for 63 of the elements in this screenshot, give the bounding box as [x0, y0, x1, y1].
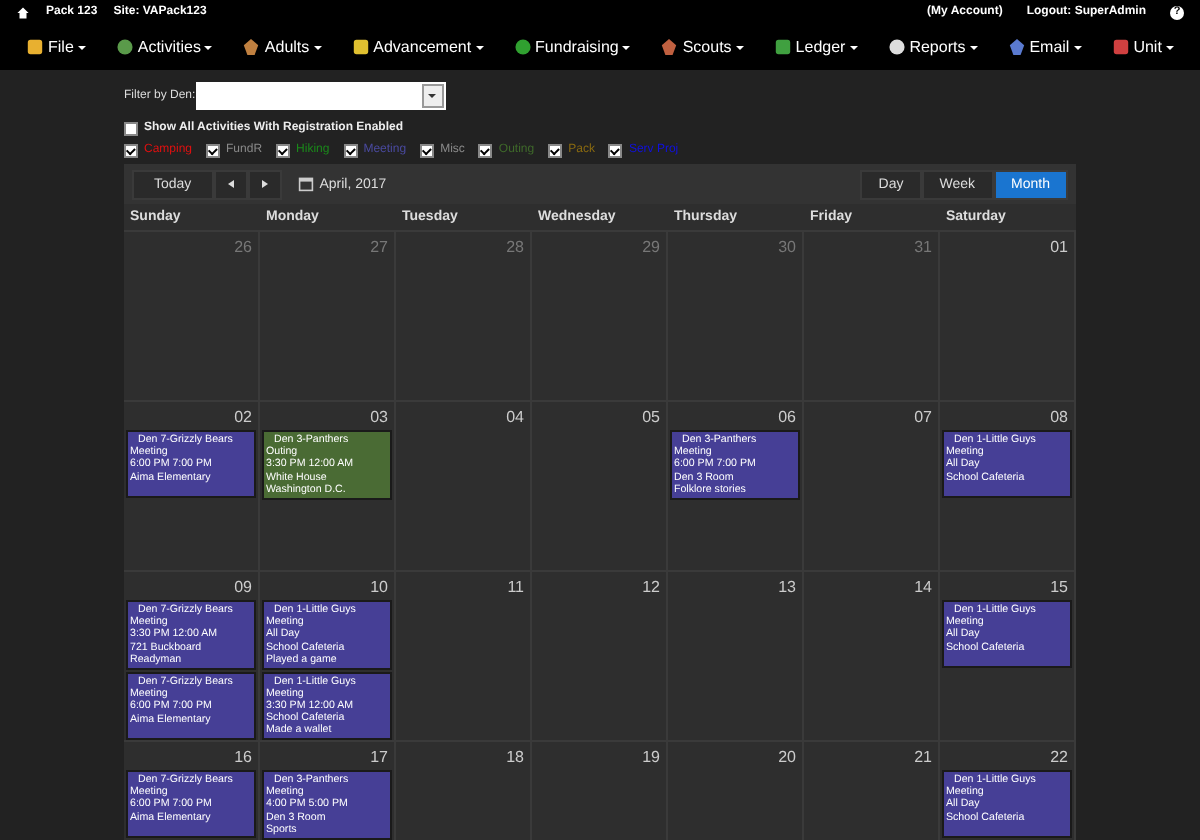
- menu-item[interactable]: Email: [1001, 34, 1088, 60]
- caret-icon: [969, 45, 978, 49]
- day-number: 30: [778, 236, 798, 258]
- day-number: 04: [506, 406, 526, 428]
- menu-item[interactable]: Unit: [1105, 34, 1180, 60]
- caret-icon: [1165, 45, 1174, 49]
- day-number: 08: [1050, 406, 1070, 428]
- next-button[interactable]: [247, 169, 282, 199]
- checkbox[interactable]: [478, 143, 493, 157]
- day-number: 07: [914, 406, 934, 428]
- menu-item[interactable]: Scouts: [654, 34, 750, 60]
- caret-icon: [313, 45, 322, 49]
- day-number: 20: [778, 746, 798, 768]
- day-number: 27: [370, 236, 390, 258]
- day-number: 03: [370, 406, 390, 428]
- den-select[interactable]: [195, 82, 446, 110]
- menu-item[interactable]: Fundraising: [507, 34, 637, 60]
- checkbox[interactable]: [276, 143, 291, 157]
- caret-icon: [475, 45, 484, 49]
- day-number: 15: [1050, 576, 1070, 598]
- day-number: 31: [914, 236, 934, 258]
- day-number: 26: [234, 236, 254, 258]
- caret-icon: [849, 45, 858, 49]
- day-number: 12: [642, 576, 662, 598]
- day-number: 05: [642, 406, 662, 428]
- day-number: 13: [778, 576, 798, 598]
- menu-item[interactable]: Activities: [109, 34, 219, 60]
- day-number: 22: [1050, 746, 1070, 768]
- checkbox[interactable]: [343, 143, 358, 157]
- calendar-icon: [297, 176, 314, 192]
- day-number: 16: [234, 746, 254, 768]
- home-icon[interactable]: [16, 5, 30, 19]
- menu-item[interactable]: Advancement: [345, 34, 490, 60]
- menu-item[interactable]: File: [20, 34, 92, 60]
- day-number: 06: [778, 406, 798, 428]
- day-number: 28: [506, 236, 526, 258]
- menu-item[interactable]: Ledger: [767, 34, 864, 60]
- checkbox[interactable]: [608, 143, 623, 157]
- checkbox[interactable]: [420, 143, 435, 157]
- menu-item[interactable]: Reports: [881, 34, 984, 60]
- day-number: 10: [370, 576, 390, 598]
- caret-icon: [622, 45, 631, 49]
- day-number: 29: [642, 236, 662, 258]
- day-number: 14: [914, 576, 934, 598]
- day-number: 21: [914, 746, 934, 768]
- caret-icon: [1073, 45, 1082, 49]
- day-number: 18: [506, 746, 526, 768]
- day-number: 19: [642, 746, 662, 768]
- checkbox[interactable]: [124, 143, 138, 157]
- caret-icon: [77, 45, 86, 49]
- menu-item[interactable]: Adults: [236, 34, 328, 60]
- dropdown-icon: [421, 84, 444, 108]
- day-number: 09: [234, 576, 254, 598]
- checkbox[interactable]: [206, 143, 221, 157]
- checkbox[interactable]: [548, 143, 563, 157]
- caret-icon: [735, 45, 744, 49]
- checkbox[interactable]: [124, 121, 138, 135]
- day-number: 11: [507, 576, 526, 598]
- caret-icon: [204, 45, 213, 49]
- previous-button[interactable]: [213, 169, 248, 199]
- day-number: 01: [1050, 236, 1070, 258]
- day-number: 02: [234, 406, 254, 428]
- day-number: 17: [370, 746, 390, 768]
